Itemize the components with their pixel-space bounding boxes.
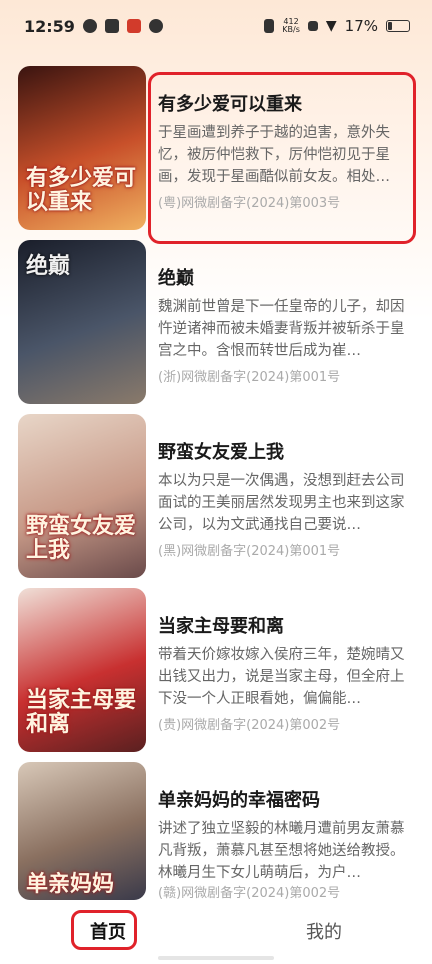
status-bar: 12:59 412 KB/s ▼ 17%: [0, 0, 432, 52]
app-notification-icon: [82, 19, 97, 33]
drama-description: 魏渊前世曾是下一任皇帝的儿子，却因忤逆诸神而被未婚妻背叛并被斩杀于皇宫之中。含恨…: [158, 299, 405, 359]
drama-item[interactable]: 当家主母要和离 当家主母要和离 带着天价嫁妆嫁入侯府三年，楚婉晴又出钱又出力，说…: [0, 588, 432, 752]
drama-registration: (浙)网微剧备字(2024)第001号: [158, 370, 341, 385]
net-speed-unit: KB/s: [282, 25, 300, 34]
drama-poster[interactable]: 绝巅: [18, 240, 146, 404]
clover-icon: [148, 19, 163, 33]
highlight-annotation-box: [148, 72, 416, 244]
wifi-icon: ▼: [325, 18, 337, 34]
tab-highlight-annotation: [71, 910, 137, 950]
sim-icon: [307, 21, 318, 31]
crown-icon: [104, 19, 119, 33]
poster-title: 野蛮女友爱上我: [26, 513, 137, 563]
poster-title: 当家主母要和离: [26, 687, 137, 737]
drama-poster[interactable]: 野蛮女友爱上我: [18, 414, 146, 578]
tab-mine[interactable]: 我的: [216, 900, 432, 964]
drama-item[interactable]: 单亲妈妈 单亲妈妈的幸福密码 讲述了独立坚毅的林曦月遭前男友萧慕凡背叛，萧慕凡甚…: [0, 762, 432, 922]
poster-title: 绝巅: [26, 253, 71, 279]
drama-title[interactable]: 绝巅: [158, 264, 420, 290]
drama-registration: (赣)网微剧备字(2024)第002号: [158, 886, 341, 901]
drama-registration: (贵)网微剧备字(2024)第002号: [158, 718, 341, 733]
drama-poster[interactable]: 单亲妈妈: [18, 762, 146, 900]
drama-item[interactable]: 绝巅 绝巅 魏渊前世曾是下一任皇帝的儿子，却因忤逆诸神而被未婚妻背叛并被斩杀于皇…: [0, 240, 432, 404]
status-right: 412 KB/s ▼ 17%: [264, 17, 410, 35]
status-time: 12:59: [24, 16, 75, 36]
vibrate-icon: [264, 19, 275, 33]
drama-description: 本以为只是一次偶遇，没想到赶去公司面试的王美丽居然发现男主也来到这家公司，以为文…: [158, 473, 405, 533]
drama-title[interactable]: 单亲妈妈的幸福密码: [158, 786, 420, 812]
poster-title: 单亲妈妈: [26, 871, 115, 897]
battery-percent: 17%: [344, 17, 378, 35]
drama-item[interactable]: 野蛮女友爱上我 野蛮女友爱上我 本以为只是一次偶遇，没想到赶去公司面试的王美丽居…: [0, 414, 432, 578]
drama-description: 带着天价嫁妆嫁入侯府三年，楚婉晴又出钱又出力，说是当家主母，但全府上下没一个人正…: [158, 647, 405, 707]
drama-title[interactable]: 当家主母要和离: [158, 612, 420, 638]
app-badge-icon: [126, 19, 141, 33]
drama-description: 讲述了独立坚毅的林曦月遭前男友萧慕凡背叛，萧慕凡甚至想将她送给教授。林曦月生下女…: [158, 821, 405, 881]
net-speed: 412 KB/s: [282, 18, 300, 34]
drama-poster[interactable]: 有多少爱可以重来: [18, 66, 146, 230]
bottom-nav: 首页 我的: [0, 900, 432, 964]
drama-poster[interactable]: 当家主母要和离: [18, 588, 146, 752]
drama-title[interactable]: 野蛮女友爱上我: [158, 438, 420, 464]
home-indicator: [158, 956, 274, 960]
poster-title: 有多少爱可以重来: [26, 165, 137, 215]
battery-icon: [386, 20, 410, 32]
status-left: 12:59: [24, 17, 163, 36]
drama-registration: (黑)网微剧备字(2024)第001号: [158, 544, 341, 559]
